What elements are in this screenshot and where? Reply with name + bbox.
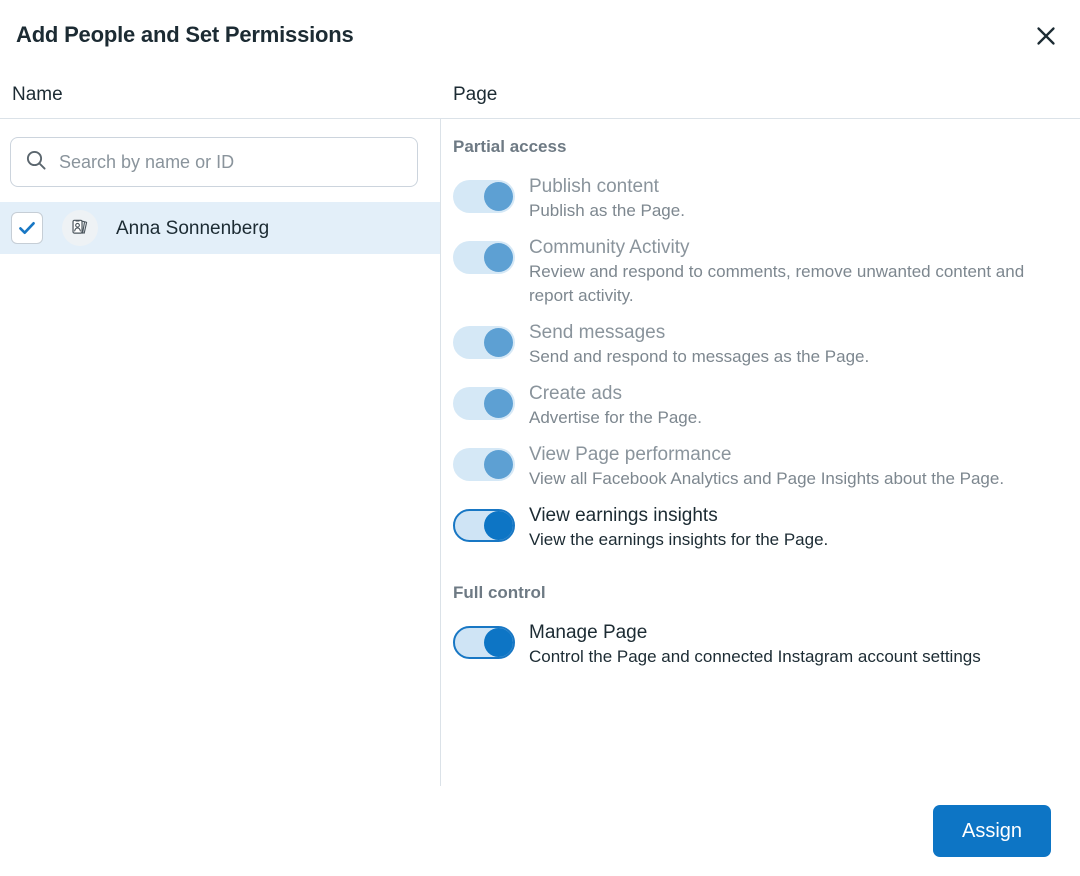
header-divider — [0, 118, 1080, 119]
toggle-knob — [484, 511, 513, 540]
column-header-page: Page — [440, 70, 1080, 118]
toggle-create-ads[interactable] — [453, 387, 515, 420]
toggle-send-messages[interactable] — [453, 326, 515, 359]
permission-text: View Page performance View all Facebook … — [529, 442, 1004, 491]
permission-description: View the earnings insights for the Page. — [529, 528, 828, 552]
toggle-knob — [484, 182, 513, 211]
search-icon — [25, 149, 47, 176]
permission-description: Publish as the Page. — [529, 199, 685, 223]
list-item[interactable]: Anna Sonnenberg — [0, 202, 440, 254]
person-checkbox[interactable] — [11, 212, 43, 244]
permission-description: Control the Page and connected Instagram… — [529, 645, 981, 669]
permission-label: Send messages — [529, 320, 869, 345]
permission-description: Advertise for the Page. — [529, 406, 702, 430]
section-header-full-control: Full control — [453, 584, 1068, 601]
permission-text: Send messages Send and respond to messag… — [529, 320, 869, 369]
toggle-community-activity[interactable] — [453, 241, 515, 274]
permission-row-send-messages[interactable]: Send messages Send and respond to messag… — [453, 320, 1068, 369]
person-list: Anna Sonnenberg — [0, 202, 440, 254]
name-panel: Anna Sonnenberg — [0, 118, 440, 876]
permission-label: View Page performance — [529, 442, 1004, 467]
permission-label: Publish content — [529, 174, 685, 199]
toggle-knob — [484, 450, 513, 479]
permission-row-view-page-performance[interactable]: View Page performance View all Facebook … — [453, 442, 1068, 491]
permission-row-community-activity[interactable]: Community Activity Review and respond to… — [453, 235, 1068, 308]
section-header-partial-access: Partial access — [453, 138, 1068, 155]
page-title: Add People and Set Permissions — [16, 24, 354, 46]
dialog-footer: Assign — [0, 786, 1080, 876]
permission-description: Send and respond to messages as the Page… — [529, 345, 869, 369]
close-icon — [1035, 25, 1057, 47]
toggle-knob — [484, 243, 513, 272]
toggle-view-page-performance[interactable] — [453, 448, 515, 481]
permission-text: Community Activity Review and respond to… — [529, 235, 1068, 308]
toggle-publish-content[interactable] — [453, 180, 515, 213]
permission-row-create-ads[interactable]: Create ads Advertise for the Page. — [453, 381, 1068, 430]
toggle-knob — [484, 628, 513, 657]
contact-card-icon — [69, 217, 91, 239]
toggle-knob — [484, 328, 513, 357]
search-box[interactable] — [10, 137, 418, 187]
search-input[interactable] — [59, 152, 403, 173]
toggle-manage-page[interactable] — [453, 626, 515, 659]
permission-label: Create ads — [529, 381, 702, 406]
search-wrapper — [10, 137, 418, 187]
person-name: Anna Sonnenberg — [116, 219, 269, 238]
assign-button[interactable]: Assign — [933, 805, 1051, 857]
permission-row-publish-content[interactable]: Publish content Publish as the Page. — [453, 174, 1068, 223]
column-header-name-label: Name — [12, 85, 63, 104]
permission-text: Create ads Advertise for the Page. — [529, 381, 702, 430]
column-header-name: Name — [0, 70, 440, 118]
toggle-view-earnings-insights[interactable] — [453, 509, 515, 542]
close-button[interactable] — [1028, 18, 1064, 54]
permission-text: View earnings insights View the earnings… — [529, 503, 828, 552]
page-permissions-panel: Partial access Publish content Publish a… — [440, 118, 1080, 876]
check-icon — [17, 218, 37, 238]
panel-divider — [440, 118, 441, 786]
permission-description: View all Facebook Analytics and Page Ins… — [529, 467, 1004, 491]
permission-text: Publish content Publish as the Page. — [529, 174, 685, 223]
add-people-permissions-dialog: Add People and Set Permissions Name Page — [0, 0, 1080, 876]
permission-label: View earnings insights — [529, 503, 828, 528]
avatar — [62, 210, 98, 246]
permission-row-manage-page[interactable]: Manage Page Control the Page and connect… — [453, 620, 1068, 669]
dialog-body: Anna Sonnenberg Partial access Publish c… — [0, 118, 1080, 876]
permission-label: Manage Page — [529, 620, 981, 645]
dialog-header: Add People and Set Permissions — [0, 0, 1080, 70]
permission-label: Community Activity — [529, 235, 1068, 260]
toggle-knob — [484, 389, 513, 418]
permission-row-view-earnings-insights[interactable]: View earnings insights View the earnings… — [453, 503, 1068, 552]
column-header-page-label: Page — [453, 85, 497, 104]
column-header-row: Name Page — [0, 70, 1080, 118]
permission-description: Review and respond to comments, remove u… — [529, 260, 1068, 308]
permission-text: Manage Page Control the Page and connect… — [529, 620, 981, 669]
